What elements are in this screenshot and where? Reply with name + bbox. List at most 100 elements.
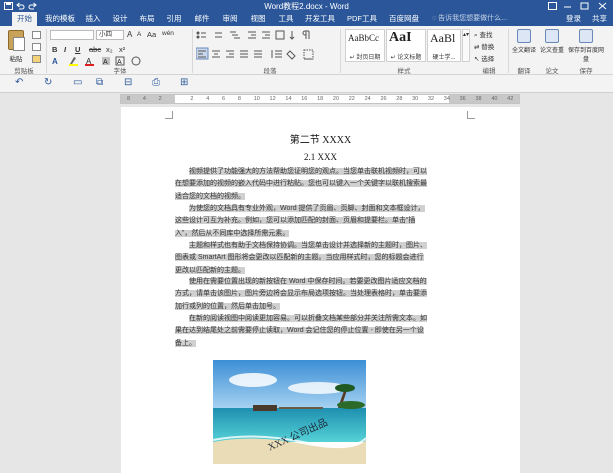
superscript-button[interactable]: x²	[119, 45, 125, 54]
login-link[interactable]: 登录	[566, 12, 581, 26]
paste-button[interactable]: 粘贴	[5, 53, 27, 63]
styles-scroll-icon[interactable]: ▴▾	[462, 29, 470, 62]
undo-icon[interactable]: ↶	[15, 77, 23, 88]
section-heading: 第二节 XXXX	[289, 135, 352, 146]
ruler-tick-label: 16	[301, 96, 308, 102]
tab-pdf-tools[interactable]: PDF工具集	[344, 12, 380, 37]
new-window-icon[interactable]: ⧉	[96, 77, 103, 88]
underline-button[interactable]: U	[75, 45, 80, 54]
beach-photo	[213, 360, 366, 464]
body-paragraph[interactable]: 为使您的文档具有专业外观，Word 提供了页眉、页脚、封面和文本框设计，这些设计…	[175, 203, 429, 240]
change-case-button[interactable]: Aa	[147, 30, 156, 39]
find-button[interactable]: ⌕ 查找	[474, 29, 492, 40]
quick-access-bar: ↶ ↻ ▭ ⧉ ⊟ ⎙ ⊞	[0, 75, 613, 93]
translate-icon	[517, 29, 531, 43]
strikethrough-button[interactable]: abc	[89, 45, 101, 54]
vertical-scrollbar[interactable]	[604, 105, 613, 473]
numbering-icon[interactable]	[215, 32, 222, 38]
increase-indent-icon[interactable]	[262, 31, 270, 39]
select-button[interactable]: ↖ 选择	[474, 53, 494, 63]
phonetic-guide-button[interactable]: wén	[162, 30, 174, 37]
beach-image[interactable]: XXX 公司出品	[213, 360, 366, 464]
ruler-tick-label: 36	[459, 96, 466, 102]
body-paragraph[interactable]: 视频提供了功能强大的方法帮助您证明您的观点。当您单击联机视频时，可以在想要添加的…	[175, 166, 429, 203]
ribbon-display-icon[interactable]	[548, 2, 557, 10]
tell-me-search[interactable]: ◌ 告诉我您想要做什么...	[432, 14, 540, 24]
line-spacing-icon[interactable]	[271, 50, 282, 58]
save-group-label: 保存	[579, 68, 593, 75]
tab-insert[interactable]: 插入	[84, 12, 102, 26]
styles-group-label: 样式	[397, 68, 411, 75]
tab-my-templates[interactable]: 我的模板	[44, 12, 76, 26]
tab-view[interactable]: 视图	[249, 12, 267, 26]
shading-icon[interactable]	[286, 50, 296, 60]
ruler-tick-label: 14	[285, 96, 292, 102]
maximize-icon[interactable]	[580, 2, 589, 10]
bold-button[interactable]: B	[52, 45, 57, 54]
tell-me-placeholder: 告诉我您想要做什么...	[438, 15, 507, 22]
text-effects-icon[interactable]: A	[52, 57, 58, 66]
body-paragraph[interactable]: 使用在需要位置出现的新按钮在 Word 中保存时间。若要更改图片适应文档的方式，…	[175, 276, 429, 313]
save-to-baidu-button[interactable]: 保存到百度网盘	[566, 29, 606, 63]
paste-icon[interactable]	[8, 30, 25, 51]
italic-button[interactable]: I	[64, 45, 66, 54]
replace-button[interactable]: ⇄ 替换	[474, 41, 494, 51]
paragraph-text: 在新的阅读视图中阅读更加容易。可以折叠文档某些部分并关注所需文本。如果在达到结尾…	[175, 315, 427, 347]
tab-developer[interactable]: 开发工具	[304, 12, 336, 26]
save-to-baidu-label: 保存到百度网盘	[567, 48, 604, 63]
ruler-tick-label: 28	[396, 96, 403, 102]
body-paragraph[interactable]: 在新的阅读视图中阅读更加容易。可以折叠文档某些部分并关注所需文本。如果在达到结尾…	[175, 313, 429, 350]
tab-tools[interactable]: 工具	[277, 12, 295, 26]
paragraph-text: 使用在需要位置出现的新按钮在 Word 中保存时间。若要更改图片适应文档的方式，…	[175, 278, 427, 310]
align-right-icon[interactable]	[226, 50, 234, 58]
enclose-char-icon[interactable]	[131, 56, 141, 66]
print-preview-icon[interactable]: ⎙	[152, 77, 160, 88]
window-title: Word教程2.docx - Word	[264, 2, 349, 11]
save-as-icon[interactable]: ⊟	[124, 77, 132, 88]
document-page[interactable]: 第二节 XXXX 2.1 XXX 视频提供了功能强大的方法帮助您证明您的观点。当…	[121, 107, 520, 473]
tab-references[interactable]: 引用	[165, 12, 183, 26]
font-name-field[interactable]	[50, 30, 94, 40]
align-center-icon[interactable]	[212, 50, 220, 58]
draw-table-icon[interactable]: ⊞	[180, 77, 188, 88]
minimize-icon[interactable]	[563, 2, 572, 10]
tab-baidu-netdisk[interactable]: 百度网盘	[388, 12, 420, 26]
redo-icon[interactable]: ↻	[44, 77, 52, 88]
tab-review[interactable]: 审阅	[221, 12, 239, 26]
distributed-icon[interactable]	[254, 50, 262, 58]
body-paragraph[interactable]: 主题和样式也有助于文档保持协调。当您单击设计并选择新的主题时，图片、图表或 Sm…	[175, 240, 429, 277]
copy-icon[interactable]	[32, 43, 41, 51]
subscript-button[interactable]: x₂	[106, 45, 113, 54]
font-size-field[interactable]: 小四	[96, 30, 124, 40]
multilevel-list-icon[interactable]	[230, 31, 240, 39]
highlight-color-icon[interactable]	[69, 57, 78, 66]
close-icon[interactable]	[598, 2, 607, 10]
justify-icon[interactable]	[240, 50, 248, 58]
share-button[interactable]: 共享	[592, 12, 607, 26]
tab-design[interactable]: 设计	[111, 12, 129, 26]
format-painter-icon[interactable]	[32, 55, 41, 63]
bullets-icon[interactable]	[196, 31, 206, 39]
chinese-layout-icon[interactable]	[275, 30, 285, 40]
borders-icon[interactable]	[303, 49, 314, 60]
align-left-icon[interactable]	[196, 47, 209, 60]
horizontal-ruler[interactable]: 8 4 2 2 4 6 8 10 12 14 16 18 20 22 24 26 28 30 32 34 36 38 40 4…	[120, 94, 520, 104]
shrink-font-button[interactable]: A	[137, 31, 141, 38]
new-doc-icon[interactable]: ▭	[73, 77, 82, 88]
style-tile-3[interactable]: AaBl 硬士学...	[427, 29, 461, 62]
decrease-indent-icon[interactable]	[248, 31, 256, 39]
font-color-icon[interactable]: A	[85, 57, 94, 66]
grow-font-button[interactable]: A	[127, 30, 132, 39]
paragraph-text: 视频提供了功能强大的方法帮助您证明您的观点。当您单击联机视频时，可以在想要添加的…	[175, 168, 427, 200]
show-marks-icon[interactable]	[302, 30, 310, 39]
tab-mailings[interactable]: 邮件	[193, 12, 211, 26]
style-tile-1[interactable]: AaBbCc ↵ 封页日期	[345, 29, 385, 62]
tab-home[interactable]: 开始	[12, 12, 37, 26]
style-tile-2[interactable]: AaI ↵ 论文标题	[386, 29, 426, 62]
replace-label: 替换	[481, 44, 495, 51]
cut-icon[interactable]	[32, 31, 41, 39]
sort-icon[interactable]	[289, 31, 295, 40]
full-translate-button[interactable]: 全文翻译	[510, 29, 538, 54]
tab-layout[interactable]: 布局	[138, 12, 156, 26]
paper-check-button[interactable]: 论文查重	[538, 29, 566, 54]
